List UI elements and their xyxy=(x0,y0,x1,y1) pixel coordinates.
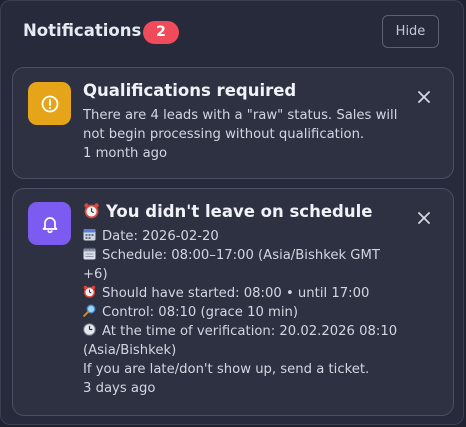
notification-line-control: Control: 08:10 (grace 10 min) xyxy=(83,303,407,322)
date-text: Date: 2026-02-20 xyxy=(102,229,219,244)
notification-line-advice: If you are late/don't show up, send a ti… xyxy=(83,362,370,377)
notification-time: 1 month ago xyxy=(83,146,168,161)
close-icon[interactable] xyxy=(415,88,433,106)
calendar-spiral-icon xyxy=(83,247,96,260)
control-text: Control: 08:10 (grace 10 min) xyxy=(102,305,299,320)
close-icon[interactable] xyxy=(415,209,433,227)
notification-content: Qualifications required There are 4 lead… xyxy=(83,80,407,163)
calendar-icon xyxy=(83,228,96,241)
magnifier-icon xyxy=(83,304,96,317)
alarm-clock-icon xyxy=(83,285,96,298)
clock-icon xyxy=(83,323,96,336)
panel-header: Notifications 2 Hide xyxy=(23,15,441,51)
notification-title-text: You didn't leave on schedule xyxy=(106,202,373,221)
notification-content: You didn't leave on schedule Date: 2026-… xyxy=(83,201,407,398)
notification-line-verification: At the time of verification: 20.02.2026 … xyxy=(83,322,407,360)
panel-title: Notifications xyxy=(23,21,142,40)
bell-icon xyxy=(28,202,71,245)
hide-button[interactable]: Hide xyxy=(382,15,439,48)
notification-message: There are 4 leads with a "raw" status. S… xyxy=(83,108,398,142)
notification-line-date: Date: 2026-02-20 xyxy=(83,227,407,246)
notification-count-badge: 2 xyxy=(143,21,179,44)
started-text: Should have started: 08:00 • until 17:00 xyxy=(102,286,370,301)
verification-text: At the time of verification: 20.02.2026 … xyxy=(83,324,398,358)
alarm-clock-icon xyxy=(83,202,100,219)
notification-card[interactable]: You didn't leave on schedule Date: 2026-… xyxy=(12,188,454,416)
schedule-text: Schedule: 08:00–17:00 (Asia/Bishkek GMT … xyxy=(83,248,380,282)
notification-title: You didn't leave on schedule xyxy=(83,201,407,223)
notification-title: Qualifications required xyxy=(83,81,297,100)
notification-time: 3 days ago xyxy=(83,381,156,396)
notification-line-started: Should have started: 08:00 • until 17:00 xyxy=(83,284,407,303)
notification-card[interactable]: Qualifications required There are 4 lead… xyxy=(12,67,454,179)
alert-circle-icon xyxy=(28,82,71,125)
notification-line-schedule: Schedule: 08:00–17:00 (Asia/Bishkek GMT … xyxy=(83,246,407,284)
notifications-panel: Notifications 2 Hide Qualifications requ… xyxy=(0,0,464,425)
